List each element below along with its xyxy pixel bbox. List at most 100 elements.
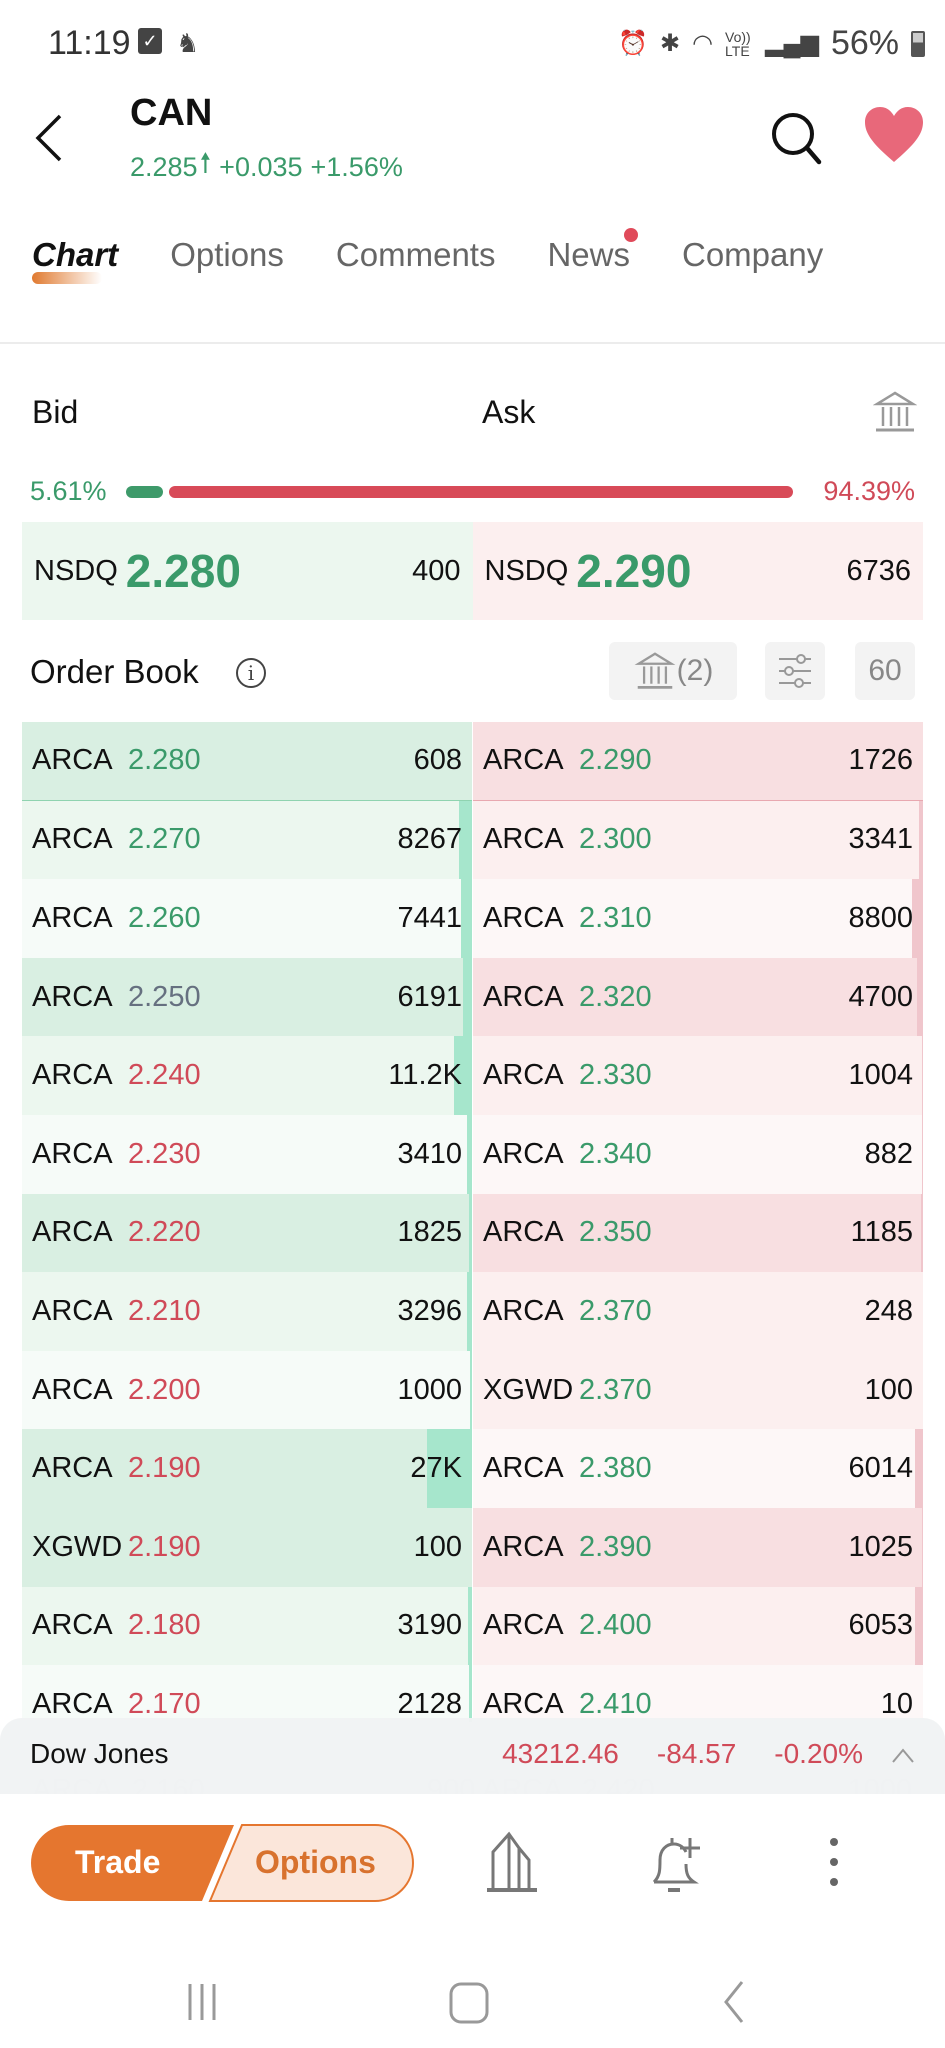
ask-row[interactable]: ARCA 2.370 248 — [473, 1272, 923, 1351]
more-vertical-icon[interactable] — [804, 1830, 864, 1896]
bid-row[interactable]: ARCA 2.170 2128 — [22, 1665, 472, 1722]
row-price: 2.410 — [579, 1687, 652, 1720]
bid-row[interactable]: ARCA 2.210 3296 — [22, 1272, 472, 1351]
bid-row[interactable]: ARCA 2.270 8267 — [22, 800, 472, 880]
tab-company[interactable]: Company — [682, 236, 823, 274]
ask-row[interactable]: ARCA 2.300 3341 — [473, 800, 923, 880]
row-price: 2.250 — [128, 980, 201, 1013]
row-size: 27K — [410, 1452, 462, 1485]
row-exchange: ARCA — [483, 901, 564, 934]
row-exchange: XGWD — [483, 1373, 574, 1406]
ask-depth-bar — [921, 1507, 923, 1587]
bid-row[interactable]: ARCA 2.280 608 — [22, 722, 472, 801]
row-exchange: ARCA — [32, 1137, 113, 1170]
row-size: 100 — [413, 1530, 462, 1563]
bid-depth-bar — [467, 1586, 472, 1666]
row-price: 2.280 — [128, 744, 201, 777]
ask-side: ARCA 2.290 1726 ARCA 2.300 3341 ARCA 2.310 8800 A… — [473, 722, 923, 1722]
favorite-heart-icon[interactable] — [863, 106, 925, 164]
home-icon[interactable] — [445, 1976, 495, 2026]
settings-sliders-button[interactable] — [765, 642, 825, 700]
ask-exchange: NSDQ — [484, 554, 569, 587]
bid-row[interactable]: ARCA 2.250 6191 — [22, 957, 472, 1037]
index-name: Dow Jones — [30, 1738, 169, 1769]
status-bar: 11:19 ✓ ♞ ⏰ ✱ ◠ Vo)) LTE ▂▄▆ 56% — [0, 0, 945, 90]
row-exchange: XGWD — [32, 1530, 123, 1563]
bid-row[interactable]: ARCA 2.180 3190 — [22, 1586, 472, 1666]
tab-comments[interactable]: Comments — [336, 236, 496, 274]
row-size: 1000 — [397, 1373, 462, 1406]
bid-row[interactable]: XGWD 2.190 100 — [22, 1507, 472, 1587]
bid-row[interactable]: ARCA 2.230 3410 — [22, 1114, 472, 1194]
row-exchange: ARCA — [32, 823, 113, 856]
bid-size: 400 — [412, 554, 461, 587]
system-back-icon[interactable] — [710, 1976, 760, 2026]
row-exchange: ARCA — [32, 744, 113, 777]
ask-row[interactable]: XGWD 2.370 100 — [473, 1350, 923, 1430]
row-exchange: ARCA — [483, 1609, 564, 1642]
index-ticker-bar[interactable]: Dow Jones 43212.46 -84.57 -0.20% — [0, 1718, 945, 1794]
index-change-pct: -0.20% — [774, 1738, 863, 1769]
bid-ask-ratio: 5.61% 94.39% — [0, 468, 945, 518]
row-price: 2.190 — [128, 1452, 201, 1485]
tab-chart[interactable]: Chart — [32, 236, 118, 284]
news-badge-dot — [624, 228, 638, 242]
ask-row[interactable]: ARCA 2.330 1004 — [473, 1036, 923, 1115]
tab-news[interactable]: News — [547, 228, 638, 274]
row-exchange: ARCA — [32, 1687, 113, 1720]
exchange-bank-icon[interactable] — [873, 390, 917, 434]
bluetooth-icon: ✱ — [659, 30, 681, 57]
row-size: 882 — [864, 1137, 913, 1170]
status-time: 11:19 — [48, 24, 131, 62]
row-size: 4700 — [848, 980, 913, 1013]
price-change: +0.035 — [219, 151, 303, 182]
row-exchange: ARCA — [483, 1059, 564, 1092]
options-button[interactable]: Options — [255, 1844, 376, 1881]
best-ask[interactable]: NSDQ 2.290 6736 — [472, 522, 923, 620]
ask-row[interactable]: ARCA 2.390 1025 — [473, 1507, 923, 1587]
bid-row[interactable]: ARCA 2.220 1825 — [22, 1193, 472, 1273]
ask-row[interactable]: ARCA 2.400 6053 — [473, 1586, 923, 1666]
row-size: 608 — [413, 744, 462, 777]
ask-row[interactable]: ARCA 2.290 1726 — [473, 722, 923, 801]
row-size: 11.2K — [388, 1059, 462, 1092]
info-icon[interactable]: i — [236, 658, 266, 688]
index-change: -84.57 — [656, 1738, 737, 1769]
exchanges-filter-button[interactable]: (2) — [609, 642, 737, 700]
stock-header: CAN 2.285 🠕 +0.035 +1.56% — [0, 90, 945, 190]
add-alert-bell-icon[interactable] — [644, 1830, 704, 1896]
bid-row[interactable]: ARCA 2.190 27K — [22, 1429, 472, 1508]
chevron-up-icon[interactable] — [891, 1746, 915, 1766]
row-exchange: ARCA — [483, 1216, 564, 1249]
row-price: 2.170 — [128, 1687, 201, 1720]
building-icon[interactable] — [483, 1830, 543, 1896]
tab-options[interactable]: Options — [170, 236, 284, 274]
search-icon[interactable] — [769, 108, 825, 168]
bid-row[interactable]: ARCA 2.260 7441 — [22, 879, 472, 958]
system-nav-bar — [0, 1940, 945, 2048]
row-price: 2.310 — [579, 901, 652, 934]
row-price: 2.230 — [128, 1137, 201, 1170]
tab-label: News — [547, 236, 630, 273]
ask-depth-bar — [916, 957, 923, 1037]
tab-label: Company — [682, 236, 824, 273]
row-price: 2.330 — [579, 1059, 652, 1092]
trade-button[interactable]: Trade — [75, 1844, 160, 1881]
best-bid[interactable]: NSDQ 2.280 400 — [22, 522, 473, 620]
ask-row[interactable]: ARCA 2.340 882 — [473, 1114, 923, 1194]
row-exchange: ARCA — [32, 1059, 113, 1092]
row-price: 2.220 — [128, 1216, 201, 1249]
depth-level-button[interactable]: 60 — [855, 642, 915, 700]
back-arrow-icon[interactable] — [30, 108, 70, 168]
recent-apps-icon[interactable] — [180, 1976, 230, 2026]
row-size: 1185 — [850, 1216, 913, 1249]
bid-row[interactable]: ARCA 2.240 11.2K — [22, 1036, 472, 1115]
ask-size: 6736 — [846, 554, 911, 587]
bid-row[interactable]: ARCA 2.200 1000 — [22, 1350, 472, 1430]
row-exchange: ARCA — [32, 980, 113, 1013]
ask-row[interactable]: ARCA 2.310 8800 — [473, 879, 923, 958]
ask-row[interactable]: ARCA 2.380 6014 — [473, 1429, 923, 1508]
ask-row[interactable]: ARCA 2.350 1185 — [473, 1193, 923, 1273]
ask-row[interactable]: ARCA 2.320 4700 — [473, 957, 923, 1037]
ask-row[interactable]: ARCA 2.410 10 — [473, 1665, 923, 1722]
